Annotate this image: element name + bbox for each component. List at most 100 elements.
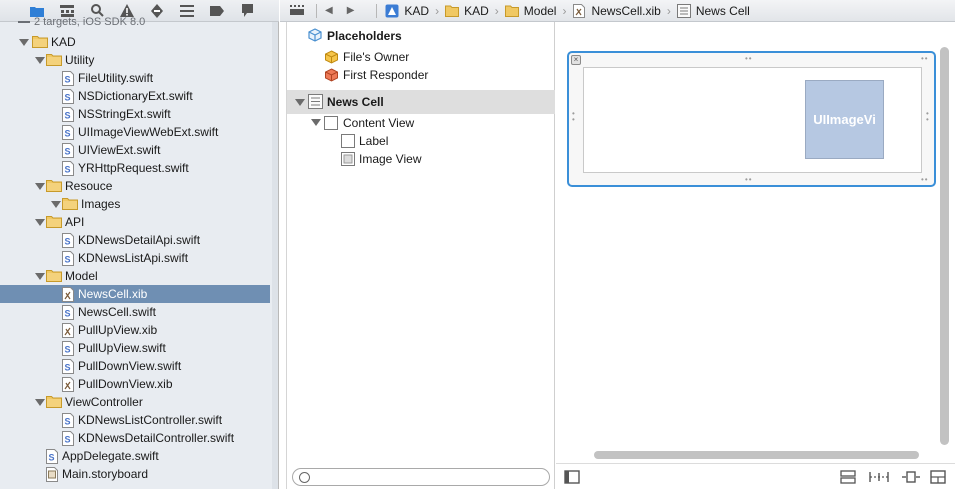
svg-text:S: S [65,255,71,265]
toggle-outline-icon[interactable] [564,470,580,484]
svg-text:S: S [65,417,71,427]
xib-file-icon [62,323,74,338]
file-row[interactable]: S AppDelegate.swift [0,447,270,465]
swift-file-icon: S [62,107,74,122]
file-row[interactable]: S NSDictionaryExt.swift [0,87,270,105]
tree-item-label: UIImageViewWebExt.swift [78,125,219,139]
breadcrumb-item[interactable]: KAD [445,4,489,18]
resizing-icon[interactable] [930,470,946,484]
breadcrumb-label: NewsCell.xib [591,3,661,18]
svg-text:S: S [65,237,71,247]
resize-handle-top[interactable]: •• [745,55,753,63]
content-view-item[interactable]: Content View [343,114,414,132]
resize-handle-bottom[interactable]: •• [745,176,753,184]
file-row[interactable]: S KDNewsListController.swift [0,411,270,429]
disclosure-triangle-icon[interactable] [35,182,45,190]
xib-file-icon [573,3,586,18]
canvas-horizontal-scrollbar[interactable] [594,451,919,459]
label-icon [341,134,355,148]
folder-row[interactable]: KAD [0,33,270,51]
folder-row[interactable]: Model [0,267,270,285]
navigator-scrollbar[interactable] [271,22,279,489]
outline-filter-input[interactable] [315,470,543,484]
folder-row[interactable]: Resouce [0,177,270,195]
related-items-icon[interactable] [290,4,308,18]
tree-item-label: PullDownView.swift [78,359,182,373]
files-owner-item[interactable]: File's Owner [343,48,409,66]
file-row[interactable]: S KDNewsDetailController.swift [0,429,270,447]
canvas-vertical-scrollbar[interactable] [940,47,949,445]
image-view-item[interactable]: Image View [359,150,421,168]
content-view-area[interactable]: UIImageVi [583,67,922,173]
disclosure-triangle-icon[interactable] [35,398,45,406]
breadcrumb-item[interactable]: NewsCell.xib [572,3,661,18]
folder-icon [46,54,62,66]
resize-handle-bottom-right[interactable]: •• [921,176,929,184]
folder-icon [46,180,62,192]
folder-row[interactable]: Utility [0,51,270,69]
file-row[interactable]: S KDNewsListApi.swift [0,249,270,267]
folder-row[interactable]: API [0,213,270,231]
swift-file-icon: S [62,233,74,248]
file-row[interactable]: PullUpView.xib [0,321,270,339]
folder-icon [46,270,62,282]
disclosure-triangle-icon[interactable] [51,200,61,208]
file-tree: KAD Utility S FileUtility.swift S NSDictionar… [0,33,270,483]
resolve-layout-icon[interactable] [901,470,921,484]
file-row[interactable]: S UIImageViewWebExt.swift [0,123,270,141]
outline-filter-field[interactable] [292,468,550,486]
news-cell-frame[interactable]: × •• •• •• •• • • • • UIImageVi [567,51,936,187]
resize-handle-top-right[interactable]: •• [921,55,929,63]
jump-bar: ◀ ▶ KAD › KAD › Model › NewsCell.xib › News Cell [280,0,955,22]
file-row[interactable]: PullDownView.xib [0,375,270,393]
swift-file-icon: S [62,359,74,374]
file-row[interactable]: S KDNewsDetailApi.swift [0,231,270,249]
file-row[interactable]: NewsCell.xib [0,285,270,303]
file-row[interactable]: S NewsCell.swift [0,303,270,321]
disclosure-triangle-icon[interactable] [35,218,45,226]
breadcrumb-item[interactable]: News Cell [676,3,750,18]
first-responder-item[interactable]: First Responder [343,66,428,84]
close-icon[interactable]: × [571,55,581,65]
disclosure-triangle-icon[interactable] [295,99,305,107]
file-row[interactable]: S FileUtility.swift [0,69,270,87]
news-cell-label: News Cell [327,95,384,109]
placeholders-cube-icon [308,28,322,42]
file-row[interactable]: S PullDownView.swift [0,357,270,375]
placeholders-header: Placeholders [327,29,402,43]
storyboard-file-icon [46,467,58,482]
swift-file-icon: S [46,449,58,464]
file-row[interactable]: S PullUpView.swift [0,339,270,357]
disclosure-triangle-icon[interactable] [35,56,45,64]
disclosure-triangle-icon[interactable] [35,272,45,280]
align-icon[interactable] [840,470,856,484]
file-row[interactable]: Main.storyboard [0,465,270,483]
file-row[interactable]: S YRHttpRequest.swift [0,159,270,177]
tree-item-label: Images [81,197,121,211]
swift-file-icon: S [62,71,74,86]
folder-row[interactable]: Images [0,195,270,213]
folder-icon [46,216,62,228]
file-row[interactable]: S NSStringExt.swift [0,105,270,123]
breadcrumb-item[interactable]: KAD [385,4,429,18]
resize-handle-left[interactable]: • • [572,110,576,124]
folder-row[interactable]: ViewController [0,393,270,411]
resize-handle-right[interactable]: • • [926,110,930,124]
back-arrow-icon[interactable]: ◀ [325,5,333,16]
tree-item-label: KAD [51,35,76,49]
interface-builder-canvas[interactable]: × •• •• •• •• • • • • UIImageVi [556,22,955,463]
swift-file-icon: S [62,251,74,266]
image-view-placeholder[interactable]: UIImageVi [805,80,884,159]
project-line-icon [18,21,30,23]
svg-text:S: S [65,435,71,445]
tree-item-label: KDNewsDetailController.swift [78,431,235,445]
breadcrumb-item[interactable]: Model [504,4,556,18]
forward-arrow-icon[interactable]: ▶ [347,5,355,16]
file-row[interactable]: S UIViewExt.swift [0,141,270,159]
tree-item-label: YRHttpRequest.swift [78,161,189,175]
separator [316,3,317,18]
disclosure-triangle-icon[interactable] [19,38,29,46]
pin-icon[interactable] [869,470,889,484]
disclosure-triangle-icon[interactable] [311,119,321,127]
label-item[interactable]: Label [359,132,388,150]
